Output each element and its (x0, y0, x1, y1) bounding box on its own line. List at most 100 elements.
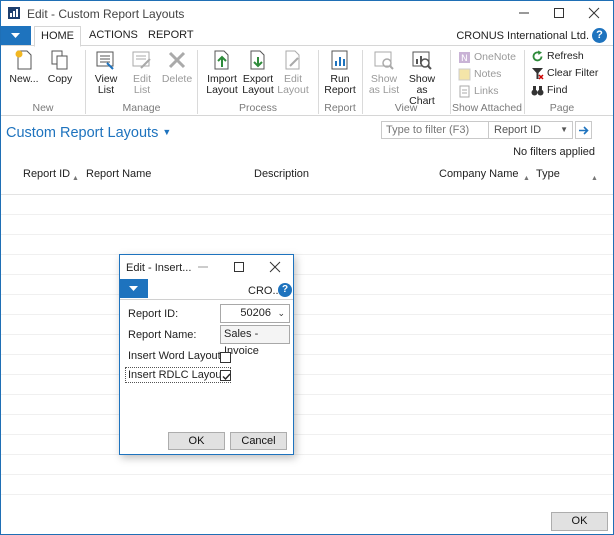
table-row (1, 454, 613, 455)
view-list-button[interactable]: View List (91, 49, 121, 96)
app-logo-icon (8, 7, 20, 19)
arrow-right-icon (579, 126, 589, 135)
app-menu-button[interactable] (1, 26, 31, 45)
group-label-new: New (32, 102, 54, 114)
show-as-list-button[interactable]: Show as List (368, 49, 400, 96)
run-report-button[interactable]: Run Report (322, 49, 358, 96)
edit-layout-button[interactable]: Edit Layout (277, 49, 309, 96)
copy-button[interactable]: Copy (45, 49, 75, 85)
export-layout-button[interactable]: Export Layout (242, 49, 274, 96)
notes-button[interactable]: Notes (458, 67, 501, 82)
report-name-label: Report Name: (128, 329, 197, 341)
report-name-field[interactable]: Sales - Invoice (220, 325, 290, 357)
ribbon: New... Copy New View List Edit List Dele… (1, 46, 613, 116)
refresh-icon (532, 50, 543, 62)
group-label-page: Page (549, 102, 575, 114)
table-row (1, 414, 613, 415)
run-report-icon (331, 50, 348, 70)
report-id-field[interactable]: 50206 ⌄ (220, 304, 290, 323)
notes-icon (458, 68, 471, 81)
chevron-down-icon (11, 33, 20, 38)
title-bar: Edit - Custom Report Layouts (1, 1, 613, 26)
clear-filter-button[interactable]: Clear Filter (531, 66, 598, 81)
dialog-ok-button[interactable]: OK (168, 432, 225, 450)
help-icon[interactable]: ? (278, 283, 292, 297)
column-header-report-id[interactable]: Report ID (23, 168, 70, 180)
onenote-button[interactable]: N OneNote (458, 50, 516, 65)
link-icon (459, 85, 470, 98)
insert-rdlc-layout-label: Insert RDLC Layout: (125, 367, 231, 383)
dialog-menu-button[interactable] (120, 279, 148, 298)
copy-icon (51, 50, 68, 70)
filter-box[interactable]: Type to filter (F3) Report ID ▼ (381, 121, 573, 139)
filter-input[interactable]: Type to filter (F3) (386, 124, 469, 136)
dialog-maximize-button[interactable] (232, 260, 246, 277)
table-row (1, 274, 613, 275)
page-title[interactable]: Custom Report Layouts ▼ (6, 125, 171, 141)
clear-filter-icon (532, 68, 544, 80)
column-header-report-name[interactable]: Report Name (86, 168, 151, 180)
refresh-button[interactable]: Refresh (531, 49, 584, 64)
insert-rdlc-layout-checkbox[interactable] (220, 370, 231, 381)
dialog-title: Edit - Insert... (126, 262, 192, 274)
sort-asc-icon: ▲ (72, 175, 79, 182)
table-row (1, 254, 613, 255)
new-button[interactable]: New... (9, 49, 39, 85)
view-list-icon (96, 51, 114, 70)
insert-word-layout-label: Insert Word Layout: (128, 350, 224, 362)
table-row (1, 474, 613, 475)
chevron-down-icon[interactable]: ▼ (560, 125, 568, 134)
column-header-description[interactable]: Description (254, 168, 309, 180)
onenote-icon: N (459, 52, 470, 64)
export-icon (250, 50, 265, 70)
show-as-chart-icon (412, 51, 432, 70)
find-button[interactable]: Find (531, 83, 567, 98)
close-button[interactable] (585, 5, 603, 21)
edit-list-button[interactable]: Edit List (127, 49, 157, 96)
filter-field-select[interactable]: Report ID (494, 124, 541, 136)
window-title: Edit - Custom Report Layouts (27, 7, 185, 21)
import-layout-button[interactable]: Import Layout (206, 49, 238, 96)
column-header-company-name[interactable]: Company Name (439, 168, 518, 180)
table-row (1, 234, 613, 235)
links-button[interactable]: Links (458, 84, 499, 99)
delete-button[interactable]: Delete (161, 49, 193, 85)
svg-text:N: N (461, 54, 468, 64)
tab-home[interactable]: HOME (34, 26, 81, 47)
table-row (1, 434, 613, 435)
minimize-button[interactable] (515, 5, 533, 21)
chevron-down-icon (129, 286, 138, 291)
filter-apply-button[interactable] (575, 121, 592, 139)
tab-actions[interactable]: ACTIONS (83, 26, 144, 46)
show-as-chart-button[interactable]: Show as Chart (403, 49, 441, 107)
table-row (1, 334, 613, 335)
table-row (1, 314, 613, 315)
dialog-divider (120, 299, 293, 300)
chevron-down-icon: ▼ (162, 127, 172, 137)
ok-button[interactable]: OK (551, 512, 608, 531)
insert-word-layout-checkbox[interactable] (220, 352, 231, 363)
group-label-show-attached: Show Attached (451, 102, 523, 114)
dialog-close-button[interactable] (268, 260, 282, 277)
maximize-button[interactable] (550, 5, 568, 21)
group-label-process: Process (239, 102, 277, 114)
table-row (1, 354, 613, 355)
column-header-type[interactable]: Type (536, 168, 560, 180)
edit-layout-icon (285, 50, 300, 70)
new-document-icon (15, 50, 32, 70)
filter-divider (488, 122, 489, 138)
show-as-list-icon (374, 51, 394, 70)
group-label-report: Report (324, 102, 356, 114)
dialog-minimize-button[interactable] (196, 260, 210, 277)
group-label-view: View (394, 102, 418, 114)
chevron-down-icon[interactable]: ⌄ (277, 305, 285, 322)
tab-report[interactable]: REPORT (142, 26, 200, 46)
help-icon[interactable]: ? (592, 28, 607, 43)
dialog-company: CRO... (248, 285, 282, 297)
table-row (1, 374, 613, 375)
main-window: Edit - Custom Report Layouts HOME ACTION… (0, 0, 614, 535)
insert-layout-dialog: Edit - Insert... CRO... ? Report ID: 502… (119, 254, 294, 455)
table-row (1, 294, 613, 295)
table-row (1, 394, 613, 395)
dialog-cancel-button[interactable]: Cancel (230, 432, 287, 450)
